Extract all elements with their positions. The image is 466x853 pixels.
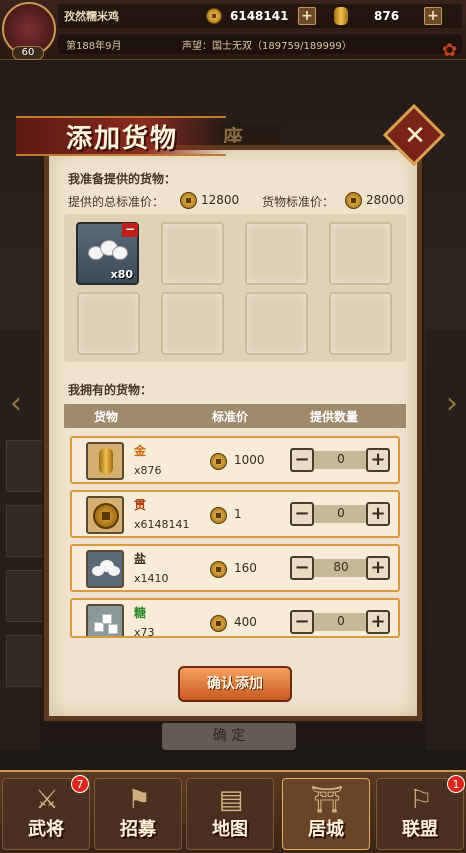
bottom-nav: ⚔ 武将 7 ⚑ 招募 ▤ 地图 ⛩ 居城 ⚐ 联盟 1 <box>0 770 466 853</box>
remove-offer-icon[interactable]: − <box>122 223 138 237</box>
coin-icon <box>86 496 124 534</box>
copper-coin-count: 6148141 <box>230 9 289 23</box>
goods-name: 糖 <box>134 606 147 620</box>
hud-resources-bar: 孜然糯米鸡 6148141 + 876 + <box>58 4 462 28</box>
hud-info-bar: 第188年9月 声望：国士无双（189759/189999） <box>58 34 462 54</box>
coin-icon <box>345 192 362 209</box>
goods-owned: x1410 <box>134 572 169 585</box>
nav-alliance[interactable]: ⚐ 联盟 1 <box>376 775 465 850</box>
close-icon[interactable]: ✕ <box>400 116 430 156</box>
gold-count: 876 <box>374 9 400 23</box>
increase-button[interactable]: + <box>366 448 390 472</box>
prestige-label: 声望： <box>182 41 212 52</box>
goods-name: 金 <box>134 444 147 458</box>
standard-price-value: 28000 <box>366 193 405 207</box>
gold-ingot-icon <box>334 7 348 25</box>
top-hud: 60 孜然糯米鸡 6148141 + 876 + 第188年9月 声望：国士无双… <box>0 0 466 61</box>
quantity-stepper: − 0 + <box>290 448 390 472</box>
nav-label: 地图 <box>212 819 248 840</box>
increase-button[interactable]: + <box>366 556 390 580</box>
game-date: 第188年9月 <box>66 41 122 52</box>
offer-slot-quantity: x80 <box>110 268 133 281</box>
goods-price: 400 <box>234 615 257 629</box>
nav-map[interactable]: ▤ 地图 <box>186 778 274 850</box>
copper-coin-icon <box>206 8 222 24</box>
coin-icon <box>210 615 227 632</box>
goods-owned: x6148141 <box>134 518 190 531</box>
offer-slot-empty[interactable] <box>245 222 308 285</box>
goods-price: 1000 <box>234 453 265 467</box>
add-gold-button[interactable]: + <box>424 7 442 25</box>
dialog-title: 添加货物 <box>66 124 179 154</box>
goods-owned: x73 <box>134 626 155 638</box>
salt-icon <box>86 234 130 264</box>
nav-label: 联盟 <box>402 819 438 840</box>
goods-row-sugar: 糖 x73 400 − 0 + <box>70 598 400 638</box>
goods-row-gold: 金 x876 1000 − 0 + <box>70 436 400 484</box>
offer-section-label: 我准备提供的货物： <box>68 172 177 186</box>
stepper-value[interactable]: 0 <box>310 506 372 520</box>
notification-badge: 7 <box>71 775 89 793</box>
confirm-add-button[interactable]: 确认添加 <box>178 666 292 702</box>
coin-icon <box>210 453 227 470</box>
total-price-label: 提供的总标准价： <box>68 195 165 209</box>
quantity-stepper: − 0 + <box>290 610 390 634</box>
goods-name: 盐 <box>134 552 147 566</box>
owned-section-label: 我拥有的货物： <box>68 383 153 397</box>
salt-icon <box>86 550 124 588</box>
player-name: 孜然糯米鸡 <box>64 10 119 23</box>
goods-price: 1 <box>234 507 242 521</box>
nav-label: 居城 <box>308 819 344 840</box>
offer-slot-empty[interactable] <box>245 292 308 355</box>
standard-price-label: 货物标准价： <box>262 195 335 209</box>
offer-slot-salt[interactable]: x80 − <box>76 222 139 285</box>
prestige: 声望：国士无双（189759/189999） <box>182 37 352 52</box>
offer-slot-empty[interactable] <box>161 292 224 355</box>
nav-label: 武将 <box>28 819 64 840</box>
add-copper-button[interactable]: + <box>298 7 316 25</box>
stepper-value[interactable]: 0 <box>310 614 372 628</box>
total-price-value: 12800 <box>201 193 240 207</box>
goods-name: 贯 <box>134 498 147 512</box>
player-level: 60 <box>12 46 44 60</box>
prestige-value: 国士无双（189759/189999） <box>212 41 352 52</box>
notification-badge: 1 <box>447 775 465 793</box>
nav-recruit[interactable]: ⚑ 招募 <box>94 778 182 850</box>
nav-label: 招募 <box>120 819 156 840</box>
offer-slot-empty[interactable] <box>329 222 392 285</box>
offer-slot-empty[interactable] <box>161 222 224 285</box>
column-amount: 提供数量 <box>310 410 359 424</box>
goods-owned: x876 <box>134 464 162 477</box>
gold-ingot-icon <box>86 442 124 480</box>
column-goods: 货物 <box>94 410 119 424</box>
offer-slot-empty[interactable] <box>329 292 392 355</box>
quantity-stepper: − 0 + <box>290 502 390 526</box>
goods-table-header: 货物 标准价 提供数量 <box>64 404 406 428</box>
nav-castle[interactable]: ⛩ 居城 <box>282 778 370 850</box>
goods-row-salt: 盐 x1410 160 − 80 + <box>70 544 400 592</box>
column-price: 标准价 <box>212 410 249 424</box>
coin-icon <box>180 192 197 209</box>
coin-icon <box>210 507 227 524</box>
nav-generals[interactable]: ⚔ 武将 7 <box>2 775 90 850</box>
quantity-stepper: − 80 + <box>290 556 390 580</box>
goods-row-coin: 贯 x6148141 1 − 0 + <box>70 490 400 538</box>
increase-button[interactable]: + <box>366 610 390 634</box>
sugar-icon <box>86 604 124 636</box>
stepper-value[interactable]: 80 <box>310 560 372 574</box>
goods-price: 160 <box>234 561 257 575</box>
increase-button[interactable]: + <box>366 502 390 526</box>
stepper-value[interactable]: 0 <box>310 452 372 466</box>
coin-icon <box>210 561 227 578</box>
offer-slot-empty[interactable] <box>77 292 140 355</box>
